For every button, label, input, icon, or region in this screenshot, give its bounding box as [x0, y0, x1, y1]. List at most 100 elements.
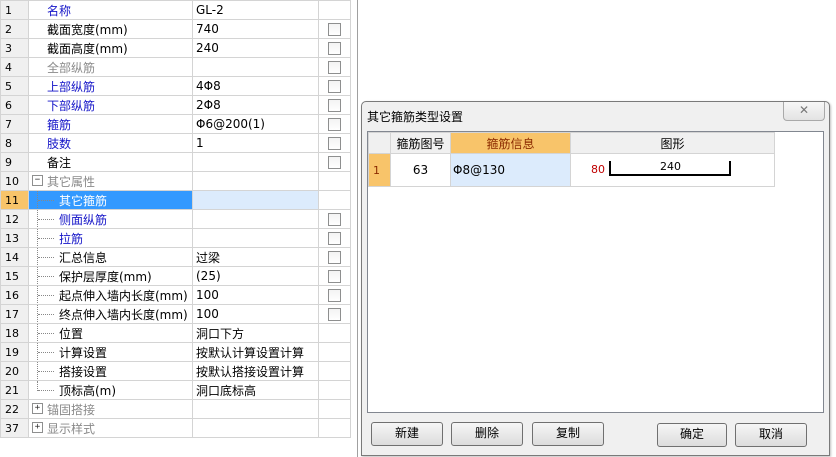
table-row[interactable]: 2 截面宽度(mm) 740 — [0, 19, 351, 39]
property-value-cell[interactable]: 740 — [192, 19, 319, 39]
table-row[interactable]: 15 保护层厚度(mm) (25) — [0, 266, 351, 286]
property-value-cell[interactable] — [192, 190, 319, 210]
table-row[interactable]: 9 备注 — [0, 152, 351, 172]
property-name-label: 侧面纵筋 — [59, 213, 108, 227]
property-name-cell[interactable]: 顶标高(m) — [28, 380, 193, 400]
checkbox[interactable] — [328, 118, 341, 131]
checkbox[interactable] — [328, 42, 341, 55]
table-row[interactable]: 3 截面高度(mm) 240 — [0, 38, 351, 58]
property-value-cell[interactable]: GL-2 — [192, 0, 319, 20]
table-row[interactable]: 4 全部纵筋 — [0, 57, 351, 77]
header-code[interactable]: 箍筋图号 — [390, 132, 451, 154]
property-value-cell[interactable] — [192, 152, 319, 172]
property-name-cell[interactable]: 搭接设置 — [28, 361, 193, 381]
checkbox[interactable] — [328, 251, 341, 264]
table-row[interactable]: 20 搭接设置 按默认搭接设置计算 — [0, 361, 351, 381]
table-row[interactable]: 6 下部纵筋 2Φ8 — [0, 95, 351, 115]
property-value-cell[interactable]: Φ6@200(1) — [192, 114, 319, 134]
table-row[interactable]: 14 汇总信息 过梁 — [0, 247, 351, 267]
property-value-cell[interactable] — [192, 399, 319, 419]
collapse-icon[interactable]: − — [32, 175, 43, 186]
checkbox[interactable] — [328, 61, 341, 74]
table-row[interactable]: 12 侧面纵筋 — [0, 209, 351, 229]
property-name-cell[interactable]: 汇总信息 — [28, 247, 193, 267]
table-row[interactable]: 16 起点伸入墙内长度(mm) 100 — [0, 285, 351, 305]
table-row[interactable]: 22 + 锚固搭接 — [0, 399, 351, 419]
property-value-cell[interactable]: 1 — [192, 133, 319, 153]
table-row[interactable]: 1 63 Φ8@130 80 240 — [368, 153, 775, 187]
new-button[interactable]: 新建 — [371, 422, 443, 446]
property-value-cell[interactable]: 2Φ8 — [192, 95, 319, 115]
property-value-cell[interactable]: 4Φ8 — [192, 76, 319, 96]
checkbox[interactable] — [328, 270, 341, 283]
table-row[interactable]: 1 名称 GL-2 — [0, 0, 351, 20]
property-name-cell[interactable]: 上部纵筋 — [28, 76, 193, 96]
property-name-cell[interactable]: 位置 — [28, 323, 193, 343]
checkbox[interactable] — [328, 213, 341, 226]
checkbox[interactable] — [328, 232, 341, 245]
property-name-cell[interactable]: + 显示样式 — [28, 418, 193, 438]
property-name-cell[interactable]: − 其它属性 — [28, 171, 193, 191]
table-row[interactable]: 17 终点伸入墙内长度(mm) 100 — [0, 304, 351, 324]
property-name-cell[interactable]: 备注 — [28, 152, 193, 172]
table-row[interactable]: 13 拉筋 — [0, 228, 351, 248]
property-value-cell[interactable]: 按默认搭接设置计算 — [192, 361, 319, 381]
property-value-cell[interactable]: (25) — [192, 266, 319, 286]
checkbox[interactable] — [328, 137, 341, 150]
stirrup-info-cell[interactable]: Φ8@130 — [450, 153, 571, 187]
property-name-cell[interactable]: 截面高度(mm) — [28, 38, 193, 58]
checkbox[interactable] — [328, 23, 341, 36]
ok-button[interactable]: 确定 — [657, 423, 727, 447]
table-row[interactable]: 7 箍筋 Φ6@200(1) — [0, 114, 351, 134]
table-row[interactable]: 11 其它箍筋 — [0, 190, 351, 210]
property-value-cell[interactable]: 100 — [192, 304, 319, 324]
property-value-cell[interactable]: 洞口下方 — [192, 323, 319, 343]
header-info[interactable]: 箍筋信息 — [450, 132, 571, 154]
property-value-cell[interactable]: 100 — [192, 285, 319, 305]
table-row[interactable]: 19 计算设置 按默认计算设置计算 — [0, 342, 351, 362]
property-value-cell[interactable]: 按默认计算设置计算 — [192, 342, 319, 362]
property-name-cell[interactable]: + 锚固搭接 — [28, 399, 193, 419]
property-name-cell[interactable]: 箍筋 — [28, 114, 193, 134]
property-name-cell[interactable]: 终点伸入墙内长度(mm) — [28, 304, 193, 324]
property-value-cell[interactable]: 过梁 — [192, 247, 319, 267]
table-row[interactable]: 21 顶标高(m) 洞口底标高 — [0, 380, 351, 400]
checkbox[interactable] — [328, 99, 341, 112]
table-row[interactable]: 18 位置 洞口下方 — [0, 323, 351, 343]
expand-icon[interactable]: + — [32, 422, 43, 433]
property-value-cell[interactable]: 240 — [192, 38, 319, 58]
copy-button[interactable]: 复制 — [532, 422, 604, 446]
table-row[interactable]: 8 肢数 1 — [0, 133, 351, 153]
property-value-cell[interactable] — [192, 418, 319, 438]
property-value-cell[interactable] — [192, 228, 319, 248]
table-row[interactable]: 37 + 显示样式 — [0, 418, 351, 438]
header-shape[interactable]: 图形 — [570, 132, 775, 154]
checkbox[interactable] — [328, 289, 341, 302]
cancel-button[interactable]: 取消 — [735, 423, 807, 447]
property-name-cell[interactable]: 肢数 — [28, 133, 193, 153]
property-name-cell[interactable]: 起点伸入墙内长度(mm) — [28, 285, 193, 305]
property-value-cell[interactable] — [192, 57, 319, 77]
property-name-cell[interactable]: 侧面纵筋 — [28, 209, 193, 229]
property-name-cell[interactable]: 全部纵筋 — [28, 57, 193, 77]
property-value-cell[interactable] — [192, 209, 319, 229]
table-row[interactable]: 10− 其它属性 — [0, 171, 351, 191]
table-row[interactable]: 5 上部纵筋 4Φ8 — [0, 76, 351, 96]
delete-button[interactable]: 删除 — [451, 422, 523, 446]
close-button[interactable]: ✕ — [783, 102, 825, 121]
property-name-cell[interactable]: 其它箍筋 — [28, 190, 193, 210]
property-name-cell[interactable]: 拉筋 — [28, 228, 193, 248]
expand-icon[interactable]: + — [32, 403, 43, 414]
property-name-cell[interactable]: 名称 — [28, 0, 193, 20]
property-name-cell[interactable]: 截面宽度(mm) — [28, 19, 193, 39]
property-name-cell[interactable]: 计算设置 — [28, 342, 193, 362]
property-name-cell[interactable]: 下部纵筋 — [28, 95, 193, 115]
checkbox[interactable] — [328, 308, 341, 321]
checkbox[interactable] — [328, 156, 341, 169]
property-name-cell[interactable]: 保护层厚度(mm) — [28, 266, 193, 286]
checkbox[interactable] — [328, 80, 341, 93]
stirrup-shape-cell[interactable]: 80 240 — [570, 153, 775, 187]
property-value-cell[interactable]: 洞口底标高 — [192, 380, 319, 400]
property-value-cell[interactable] — [192, 171, 319, 191]
stirrup-code-cell[interactable]: 63 — [390, 153, 451, 187]
